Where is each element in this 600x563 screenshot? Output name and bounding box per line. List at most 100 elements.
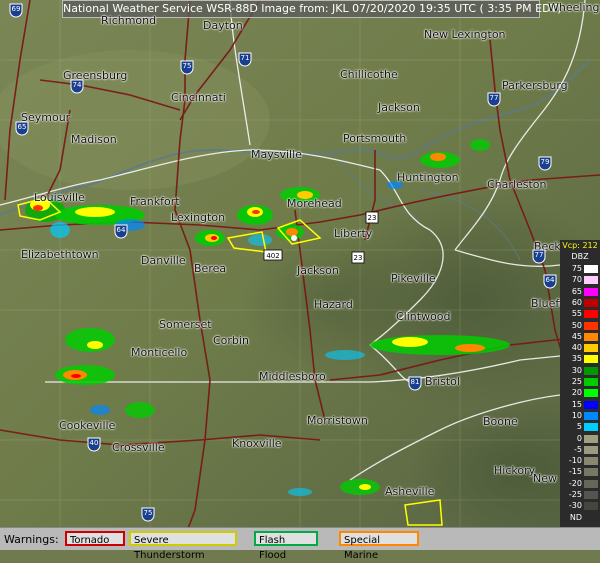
city-label: Bristol	[425, 375, 460, 388]
warning-special-marine[interactable]: Special Marine	[339, 531, 419, 561]
city-label: Hickory	[494, 464, 536, 477]
legend-swatch	[584, 411, 598, 420]
legend-swatch	[584, 457, 598, 466]
legend-level-label: 40	[571, 343, 582, 353]
legend-row: 0	[562, 434, 598, 444]
legend-level-label: 50	[571, 320, 582, 330]
legend-level-label: 30	[571, 365, 582, 375]
city-label: Corbin	[213, 334, 249, 347]
warnings-label: Warnings:	[4, 533, 59, 546]
legend-swatch	[584, 502, 598, 511]
legend-row: 45	[562, 332, 598, 342]
city-label: Liberty	[334, 227, 373, 240]
city-label: Hazard	[314, 298, 353, 311]
city-label: Morehead	[287, 197, 342, 210]
legend-level-label: -15	[568, 467, 582, 477]
legend-row: 60	[562, 298, 598, 308]
city-label: Frankfort	[130, 195, 180, 208]
legend-level-label: 60	[571, 297, 582, 307]
legend-row: -30	[562, 501, 598, 511]
legend-row: 25	[562, 377, 598, 387]
city-label: Morristown	[307, 414, 368, 427]
legend-swatch	[584, 287, 598, 296]
city-label: Madison	[71, 133, 117, 146]
city-label: Jackson	[297, 264, 339, 277]
legend-row: -5	[562, 445, 598, 455]
legend-row: -20	[562, 479, 598, 489]
city-label: Cookeville	[59, 419, 116, 432]
city-label: Berea	[194, 262, 227, 275]
legend-level-label: 35	[571, 354, 582, 364]
legend-swatch	[584, 491, 598, 499]
city-label: Parkersburg	[502, 79, 568, 92]
legend-level-label: -30	[568, 501, 582, 511]
legend-swatch	[584, 344, 598, 353]
legend-swatch	[584, 423, 598, 432]
legend-row: -10	[562, 456, 598, 466]
legend-unit: DBZ	[571, 252, 589, 261]
city-label: Cincinnati	[171, 91, 226, 104]
city-label: Louisville	[34, 191, 85, 204]
legend-row: 10	[562, 411, 598, 421]
radar-site-icon	[291, 235, 297, 241]
warning-tornado[interactable]: Tornado	[65, 531, 125, 546]
city-label: Middlesboro	[259, 370, 326, 383]
legend-level-label: -5	[574, 444, 582, 454]
legend-level-label: 65	[571, 286, 582, 296]
legend-level-label: 0	[576, 433, 582, 443]
city-label: Seymour	[21, 111, 71, 124]
legend-swatch	[584, 479, 598, 488]
city-label: Maysville	[251, 148, 302, 161]
legend-swatch	[584, 355, 598, 364]
legend-row: 70	[562, 275, 598, 285]
warnings-bar: Warnings: Tornado Severe Thunderstorm Fl…	[0, 527, 600, 561]
legend-swatch	[584, 265, 598, 273]
legend-row: 30	[562, 366, 598, 376]
legend-swatch	[584, 513, 598, 522]
legend-row: 75	[562, 264, 598, 274]
legend-row: 5	[562, 422, 598, 432]
warning-flash-flood[interactable]: Flash Flood	[254, 531, 318, 561]
dbz-legend: Vcp: 212 DBZ 75 70 65 60 55 50 45 40 35 30 25 20 15 1…	[560, 240, 600, 527]
legend-swatch	[584, 298, 598, 307]
legend-level-label: 20	[571, 388, 582, 398]
legend-swatch	[584, 378, 598, 386]
legend-swatch	[584, 310, 598, 319]
city-label: Lexington	[171, 211, 226, 224]
legend-row: 40	[562, 343, 598, 353]
city-label: Somerset	[159, 318, 212, 331]
legend-level-label: -25	[568, 490, 582, 499]
legend-row: ND	[562, 513, 598, 523]
legend-row: 15	[562, 400, 598, 410]
legend-swatch	[584, 445, 598, 454]
city-label: Richmond	[101, 14, 157, 27]
city-label: Danville	[141, 254, 186, 267]
city-label: Chillicothe	[340, 68, 398, 81]
city-label: Asheville	[385, 485, 435, 498]
legend-level-label: 70	[571, 275, 582, 285]
legend-swatch	[584, 366, 598, 375]
warning-severe-thunderstorm[interactable]: Severe Thunderstorm	[129, 531, 237, 561]
city-label: Huntington	[397, 171, 459, 184]
legend-level-label: -10	[568, 456, 582, 466]
city-label: Elizabethtown	[21, 248, 99, 261]
legend-swatch	[584, 468, 598, 477]
city-label: Charleston	[487, 178, 547, 191]
legend-row: 20	[562, 388, 598, 398]
city-label: Boone	[483, 415, 518, 428]
legend-level-label: 45	[571, 331, 582, 341]
legend-swatch	[584, 276, 598, 285]
legend-level-label: 25	[571, 377, 582, 386]
legend-row: 55	[562, 309, 598, 319]
legend-swatch	[584, 389, 598, 398]
city-label: Wheeling	[548, 1, 600, 14]
legend-row: 50	[562, 321, 598, 331]
city-label: New	[533, 472, 557, 485]
city-label: Greensburg	[63, 69, 128, 82]
legend-level-label: ND	[569, 512, 582, 522]
legend-swatch	[584, 332, 598, 341]
legend-level-label: 5	[576, 422, 582, 432]
city-label: Knoxville	[232, 437, 282, 450]
city-label: Portsmouth	[343, 132, 407, 145]
city-label: Dayton	[203, 19, 243, 32]
